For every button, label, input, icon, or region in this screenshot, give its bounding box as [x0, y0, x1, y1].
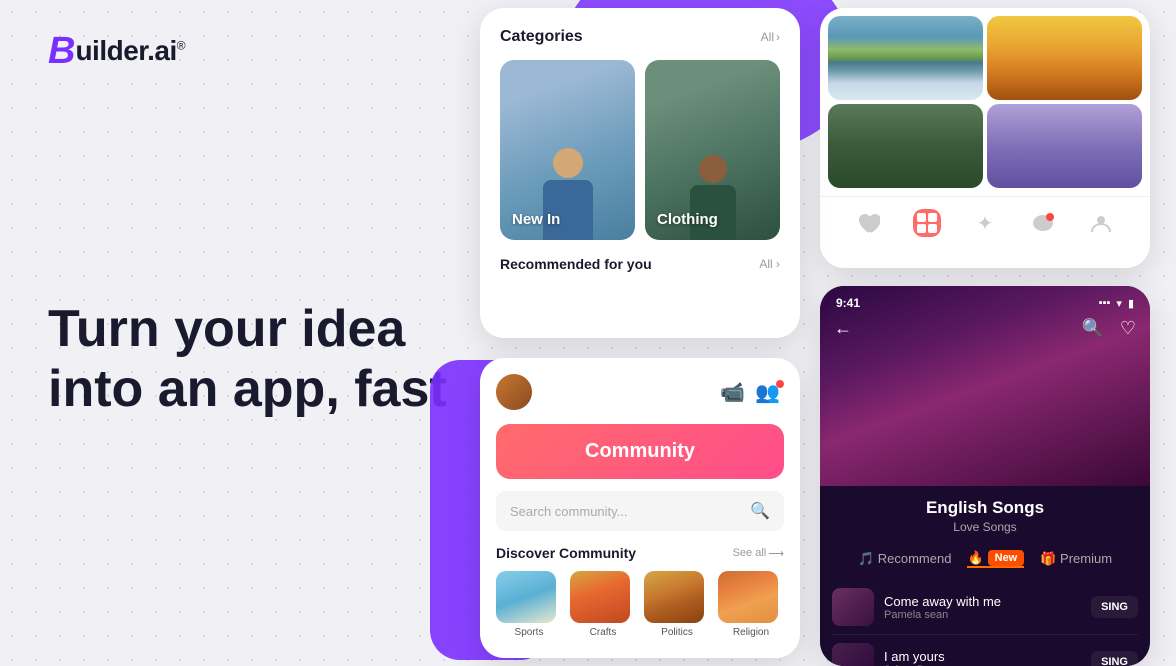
community-card: 📹 👥 Community Search community... 🔍 Disc…: [480, 358, 800, 658]
politics-label: Politics: [644, 627, 710, 638]
music-card: 9:41 ▪▪▪ ▾ ▮ ← 🔍 ♡ English Songs Love So…: [820, 286, 1150, 666]
notification-dot: [776, 380, 784, 388]
community-search-bar[interactable]: Search community... 🔍: [496, 491, 784, 531]
chat-nav-icon[interactable]: [1029, 209, 1057, 237]
song-info-1: Come away with me Pamela sean: [884, 594, 1081, 621]
categories-all[interactable]: All ›: [761, 30, 780, 44]
music-action-buttons: 🔍 ♡: [1081, 318, 1136, 339]
community-action-icons: 📹 👥: [720, 380, 784, 405]
logo-icon: B: [48, 32, 75, 70]
chevron-right-icon: ›: [776, 30, 780, 44]
community-button[interactable]: Community: [496, 424, 784, 479]
discover-title: Discover Community: [496, 545, 636, 561]
song-name-1: Come away with me: [884, 594, 1081, 609]
music-status-icons: ▪▪▪ ▾ ▮: [1099, 297, 1134, 310]
profile-nav-icon[interactable]: [1087, 209, 1115, 237]
song-info-2: I am yours Johan Dave: [884, 649, 1081, 666]
dating-nav: ✦: [820, 196, 1150, 245]
music-tabs: 🎵 Recommend 🔥 New 🎁 Premium: [820, 542, 1150, 576]
premium-tab-label: 🎁 Premium: [1040, 551, 1112, 567]
category-item-new[interactable]: New In: [500, 60, 635, 240]
category-label-clothing: Clothing: [657, 211, 718, 228]
category-label-new: New In: [512, 211, 560, 228]
grid-nav-icon[interactable]: [913, 209, 941, 237]
discover-header: Discover Community See all ⟶: [496, 545, 784, 561]
search-placeholder-text: Search community...: [510, 504, 742, 519]
song-row-1[interactable]: Come away with me Pamela sean SING: [832, 580, 1138, 635]
new-badge: New: [988, 550, 1025, 566]
religion-label: Religion: [718, 627, 784, 638]
dating-card: ✦: [820, 8, 1150, 268]
song-name-2: I am yours: [884, 649, 1081, 664]
music-status-bar: 9:41 ▪▪▪ ▾ ▮: [820, 286, 1150, 314]
discover-item-politics[interactable]: Politics: [644, 571, 710, 638]
religion-thumbnail: [718, 571, 778, 623]
discover-item-sports[interactable]: Sports: [496, 571, 562, 638]
categories-header: Categories All ›: [500, 28, 780, 46]
song-thumbnail-1: [832, 588, 874, 626]
crafts-thumbnail: [570, 571, 630, 623]
photo-lake[interactable]: [828, 16, 983, 100]
music-info: English Songs Love Songs: [820, 486, 1150, 542]
shopping-card: Categories All › New In Clothing: [480, 8, 800, 338]
music-subtitle: Love Songs: [836, 520, 1134, 534]
category-item-clothing[interactable]: Clothing: [645, 60, 780, 240]
search-icon: 🔍: [750, 501, 770, 521]
discover-item-crafts[interactable]: Crafts: [570, 571, 636, 638]
logo-text: uilder.ai®: [75, 35, 185, 67]
music-tab-new[interactable]: 🔥 New: [967, 550, 1024, 568]
signal-icon: ▪▪▪: [1099, 297, 1111, 310]
logo[interactable]: B uilder.ai®: [48, 32, 185, 70]
community-avatar: [496, 374, 532, 410]
discover-grid: Sports Crafts Politics Religion: [496, 571, 784, 638]
music-time: 9:41: [836, 296, 860, 310]
battery-icon: ▮: [1128, 297, 1134, 310]
heart-music-icon[interactable]: ♡: [1120, 318, 1136, 339]
music-singer-image: [820, 286, 1150, 486]
video-icon[interactable]: 📹: [720, 380, 745, 405]
crafts-label: Crafts: [570, 627, 636, 638]
recommend-tab-label: 🎵 Recommend: [858, 551, 952, 567]
music-hero-bg: 9:41 ▪▪▪ ▾ ▮ ← 🔍 ♡: [820, 286, 1150, 486]
photo-forest[interactable]: [828, 104, 983, 188]
new-tab-label: 🔥: [967, 550, 983, 566]
sports-label: Sports: [496, 627, 562, 638]
categories-grid: New In Clothing: [500, 60, 780, 240]
music-tab-premium[interactable]: 🎁 Premium: [1040, 550, 1112, 568]
song-artist-1: Pamela sean: [884, 609, 1081, 621]
community-chat-icon[interactable]: 👥: [755, 380, 784, 405]
photo-purple[interactable]: [987, 104, 1142, 188]
politics-thumbnail: [644, 571, 704, 623]
sing-button-1[interactable]: SING: [1091, 596, 1138, 618]
song-thumbnail-2: [832, 643, 874, 666]
discover-item-religion[interactable]: Religion: [718, 571, 784, 638]
heart-nav-icon[interactable]: [855, 209, 883, 237]
music-songs-list: Come away with me Pamela sean SING I am …: [820, 580, 1150, 666]
song-row-2[interactable]: I am yours Johan Dave SING: [832, 635, 1138, 666]
search-music-icon[interactable]: 🔍: [1081, 318, 1103, 339]
categories-title: Categories: [500, 28, 583, 46]
music-tab-recommend[interactable]: 🎵 Recommend: [858, 550, 952, 568]
sports-thumbnail: [496, 571, 556, 623]
recommended-header: Recommended for you All ›: [500, 256, 780, 272]
recommended-title: Recommended for you: [500, 256, 652, 272]
dating-photos-grid: [820, 8, 1150, 188]
music-back-button[interactable]: ←: [834, 318, 852, 339]
wifi-icon: ▾: [1116, 297, 1122, 310]
recommended-all[interactable]: All ›: [759, 257, 780, 271]
see-all-link[interactable]: See all ⟶: [733, 547, 784, 560]
music-title: English Songs: [836, 498, 1134, 518]
community-card-header: 📹 👥: [496, 374, 784, 410]
sparkle-nav-icon[interactable]: ✦: [971, 209, 999, 237]
sing-button-2[interactable]: SING: [1091, 651, 1138, 666]
photo-drink[interactable]: [987, 16, 1142, 100]
main-headline: Turn your idea into an app, fast: [48, 300, 447, 420]
